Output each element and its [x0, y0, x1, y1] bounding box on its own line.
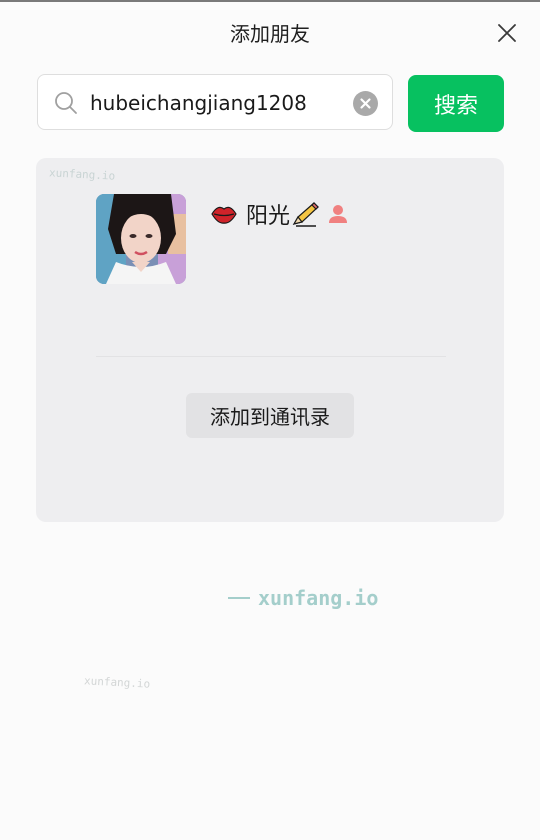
- watermark-main: xunfang.io: [258, 586, 379, 610]
- search-result-card: 阳光 添加到通讯录: [36, 158, 504, 522]
- search-input[interactable]: [90, 89, 350, 117]
- female-icon: [328, 203, 348, 225]
- watermark-dash: [228, 597, 250, 599]
- search-icon: [54, 91, 78, 115]
- clear-search-button[interactable]: [353, 91, 378, 116]
- contact-name-row: 阳光: [210, 198, 348, 230]
- avatar[interactable]: [96, 194, 186, 284]
- pencil-icon: [292, 200, 320, 228]
- card-divider: [96, 356, 446, 357]
- add-to-contacts-button[interactable]: 添加到通讯录: [186, 393, 354, 438]
- contact-nickname: 阳光: [246, 204, 291, 229]
- dialog-title: 添加朋友: [230, 22, 310, 46]
- close-icon: [494, 20, 520, 46]
- window-top-border: [0, 0, 540, 2]
- watermark-main-row: xunfang.io: [228, 586, 378, 610]
- search-box: [37, 74, 393, 130]
- watermark-faint: xunfang.io: [83, 674, 151, 691]
- search-button[interactable]: 搜索: [408, 75, 504, 132]
- lips-icon: [210, 202, 238, 226]
- close-button[interactable]: [494, 20, 520, 46]
